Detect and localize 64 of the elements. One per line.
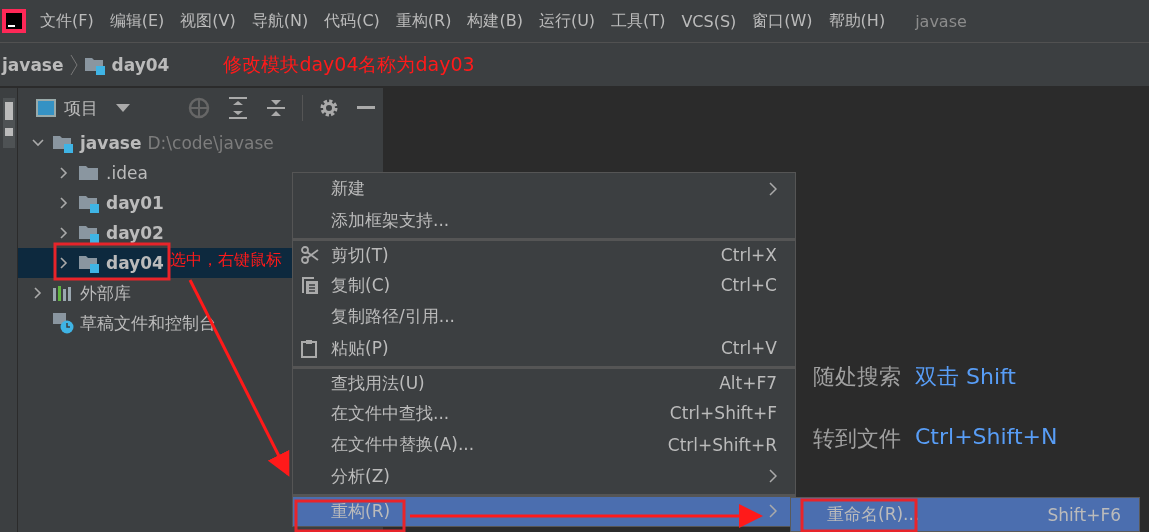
chevron-right-icon[interactable] <box>58 227 70 239</box>
chevron-right-icon[interactable] <box>58 167 70 179</box>
copy-icon <box>301 275 319 295</box>
breadcrumb-separator-icon <box>69 53 78 76</box>
project-window-icon <box>36 99 56 117</box>
menu-item[interactable]: 代码(C) <box>316 10 388 32</box>
dropdown-caret-icon[interactable] <box>116 104 130 112</box>
tree-row[interactable]: javase D:\code\javase <box>18 128 383 158</box>
collapse-all-icon[interactable] <box>266 97 286 119</box>
library-icon <box>52 284 74 302</box>
menu-item[interactable]: 运行(U) <box>530 10 604 32</box>
menu-item[interactable]: 编辑(E) <box>101 10 173 32</box>
annotation-text: 选中，右键鼠标 <box>170 250 282 271</box>
module-path: D:\code\javase <box>147 133 274 153</box>
project-tool-tab-icon[interactable] <box>2 98 15 148</box>
context-menu-item[interactable]: 复制路径/引用... <box>293 301 795 333</box>
module-folder-icon <box>78 253 100 273</box>
tree-item-label: .idea <box>106 163 148 183</box>
folder-icon <box>78 164 100 182</box>
scissors-icon <box>301 246 319 265</box>
tree-item-label: day04 <box>106 253 164 273</box>
expand-all-icon[interactable] <box>228 97 248 119</box>
module-folder-icon <box>52 133 74 153</box>
chevron-right-icon[interactable] <box>58 257 70 269</box>
menu-item[interactable]: 窗口(W) <box>744 10 821 32</box>
panel-title[interactable]: 项目 <box>64 96 98 120</box>
menu-item[interactable]: VCS(S) <box>673 11 745 31</box>
hint-label: 随处搜索 <box>813 363 901 391</box>
chevron-right-icon[interactable] <box>32 287 44 299</box>
chevron-right-icon[interactable] <box>58 197 70 209</box>
tree-item-label: day01 <box>106 193 164 213</box>
clipboard-icon <box>301 338 317 358</box>
tree-item-label: day02 <box>106 223 164 243</box>
context-menu-item[interactable]: 粘贴(P) Ctrl+V <box>293 332 795 364</box>
menu-item[interactable]: 导航(N) <box>243 10 317 32</box>
menu-item[interactable]: 帮助(H) <box>820 10 894 32</box>
context-menu-item[interactable]: 剪切(T) Ctrl+X <box>293 238 795 270</box>
menu-item[interactable]: 构建(B) <box>459 10 531 32</box>
annotation-text: 修改模块day04名称为day03 <box>223 51 475 77</box>
module-folder-icon <box>78 193 100 213</box>
settings-icon[interactable] <box>319 98 339 118</box>
menu-item[interactable]: 重构(R) <box>387 10 460 32</box>
chevron-down-icon[interactable] <box>32 137 44 149</box>
scratch-clock-icon <box>52 312 74 334</box>
menu-item[interactable]: 工具(T) <box>603 10 674 32</box>
minimize-icon[interactable] <box>357 106 375 110</box>
context-menu-item[interactable]: 查找用法(U) Alt+F7 <box>293 366 795 398</box>
module-folder-icon <box>78 223 100 243</box>
hint-shortcut: Ctrl+Shift+N <box>915 424 1058 451</box>
context-menu-item[interactable]: 分析(Z) <box>293 460 795 492</box>
hint-shortcut: 双击 Shift <box>915 363 1016 391</box>
context-menu-item[interactable]: 新建 <box>293 173 795 205</box>
tree-item-label: 外部库 <box>80 281 131 305</box>
project-title: javase <box>915 11 967 31</box>
context-menu-item[interactable]: 在文件中替换(A)... Ctrl+Shift+R <box>293 429 795 461</box>
menu-item[interactable]: 视图(V) <box>172 10 244 32</box>
tree-item-label: javase <box>80 133 142 153</box>
breadcrumb-item[interactable]: javase <box>2 54 64 75</box>
app-logo-icon[interactable] <box>2 9 26 33</box>
context-menu-item[interactable]: 添加框架支持... <box>293 204 795 236</box>
breadcrumb-item[interactable]: day04 <box>111 54 170 75</box>
hint-label: 转到文件 <box>813 425 901 453</box>
menu-item[interactable]: 文件(F) <box>32 10 102 32</box>
context-menu-item[interactable]: 在文件中查找... Ctrl+Shift+F <box>293 397 795 429</box>
